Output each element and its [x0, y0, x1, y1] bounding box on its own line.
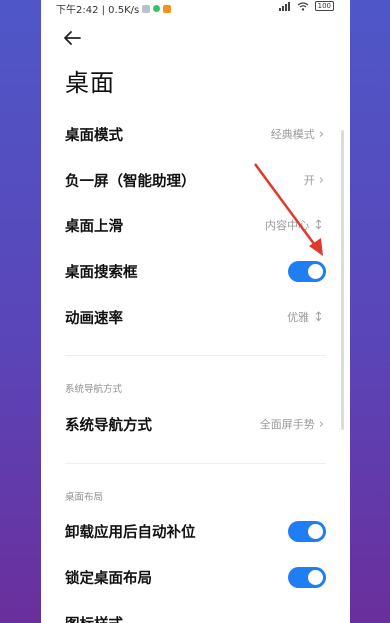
- row-value-text: 经典模式: [270, 128, 315, 141]
- status-time-speed: 下午2:42 | 0.5K/s: [56, 5, 140, 16]
- divider: [65, 463, 326, 464]
- battery-icon: 100: [314, 1, 334, 11]
- notification-icon: [142, 4, 151, 13]
- row-value: 全面屏手势 ›: [260, 416, 324, 432]
- row-icon-style[interactable]: 图标样式: [41, 600, 350, 623]
- row-label: 系统导航方式: [65, 417, 152, 434]
- chevron-right-icon: ›: [318, 126, 324, 142]
- status-left: 下午2:42 | 0.5K/s: [56, 1, 172, 16]
- scrollbar[interactable]: [341, 130, 344, 430]
- row-value-text: 全面屏手势: [259, 418, 315, 431]
- row-desktop-mode[interactable]: 桌面模式 经典模式 ›: [41, 111, 350, 157]
- row-label: 卸载应用后自动补位: [65, 524, 196, 541]
- row-value: 经典模式 ›: [271, 126, 324, 142]
- row-value-text: 优雅: [287, 311, 310, 324]
- row-label: 图标样式: [65, 613, 123, 623]
- divider: [65, 355, 326, 356]
- row-value: 优雅 ↕: [287, 309, 324, 325]
- app-notification-icon: [153, 5, 161, 12]
- row-lock-layout: 锁定桌面布局: [41, 554, 350, 600]
- row-animation-speed[interactable]: 动画速率 优雅 ↕: [41, 294, 350, 340]
- lock-layout-toggle[interactable]: [288, 566, 326, 588]
- chevron-right-icon: ›: [318, 416, 324, 432]
- row-label: 动画速率: [65, 310, 123, 327]
- row-system-navigation[interactable]: 系统导航方式 全面屏手势 ›: [41, 401, 350, 447]
- signal-icon: [278, 1, 290, 11]
- section-header-layout: 桌面布局: [65, 492, 104, 503]
- chevron-updown-icon: ↕: [313, 309, 324, 325]
- row-label: 桌面搜索框: [65, 264, 138, 281]
- section-header-nav: 系统导航方式: [65, 384, 123, 395]
- annotation-arrow: [253, 163, 323, 256]
- auto-fill-toggle[interactable]: [288, 520, 326, 542]
- page-title: 桌面: [65, 69, 115, 97]
- mi-app-icon: [163, 4, 172, 13]
- row-auto-fill: 卸载应用后自动补位: [41, 508, 350, 554]
- row-label: 桌面模式: [65, 127, 123, 144]
- back-arrow-icon[interactable]: [60, 28, 84, 48]
- settings-screen: 下午2:42 | 0.5K/s 100 桌面 桌面模式 经典模式 › 负一屏（智…: [41, 0, 350, 623]
- row-label: 锁定桌面布局: [65, 570, 152, 587]
- row-label: 负一屏（智能助理）: [65, 173, 196, 190]
- row-label: 桌面上滑: [65, 218, 123, 235]
- wifi-icon: [297, 1, 309, 11]
- search-box-toggle[interactable]: [288, 260, 326, 282]
- status-bar: 下午2:42 | 0.5K/s 100: [41, 0, 350, 16]
- status-right: 100: [278, 1, 334, 11]
